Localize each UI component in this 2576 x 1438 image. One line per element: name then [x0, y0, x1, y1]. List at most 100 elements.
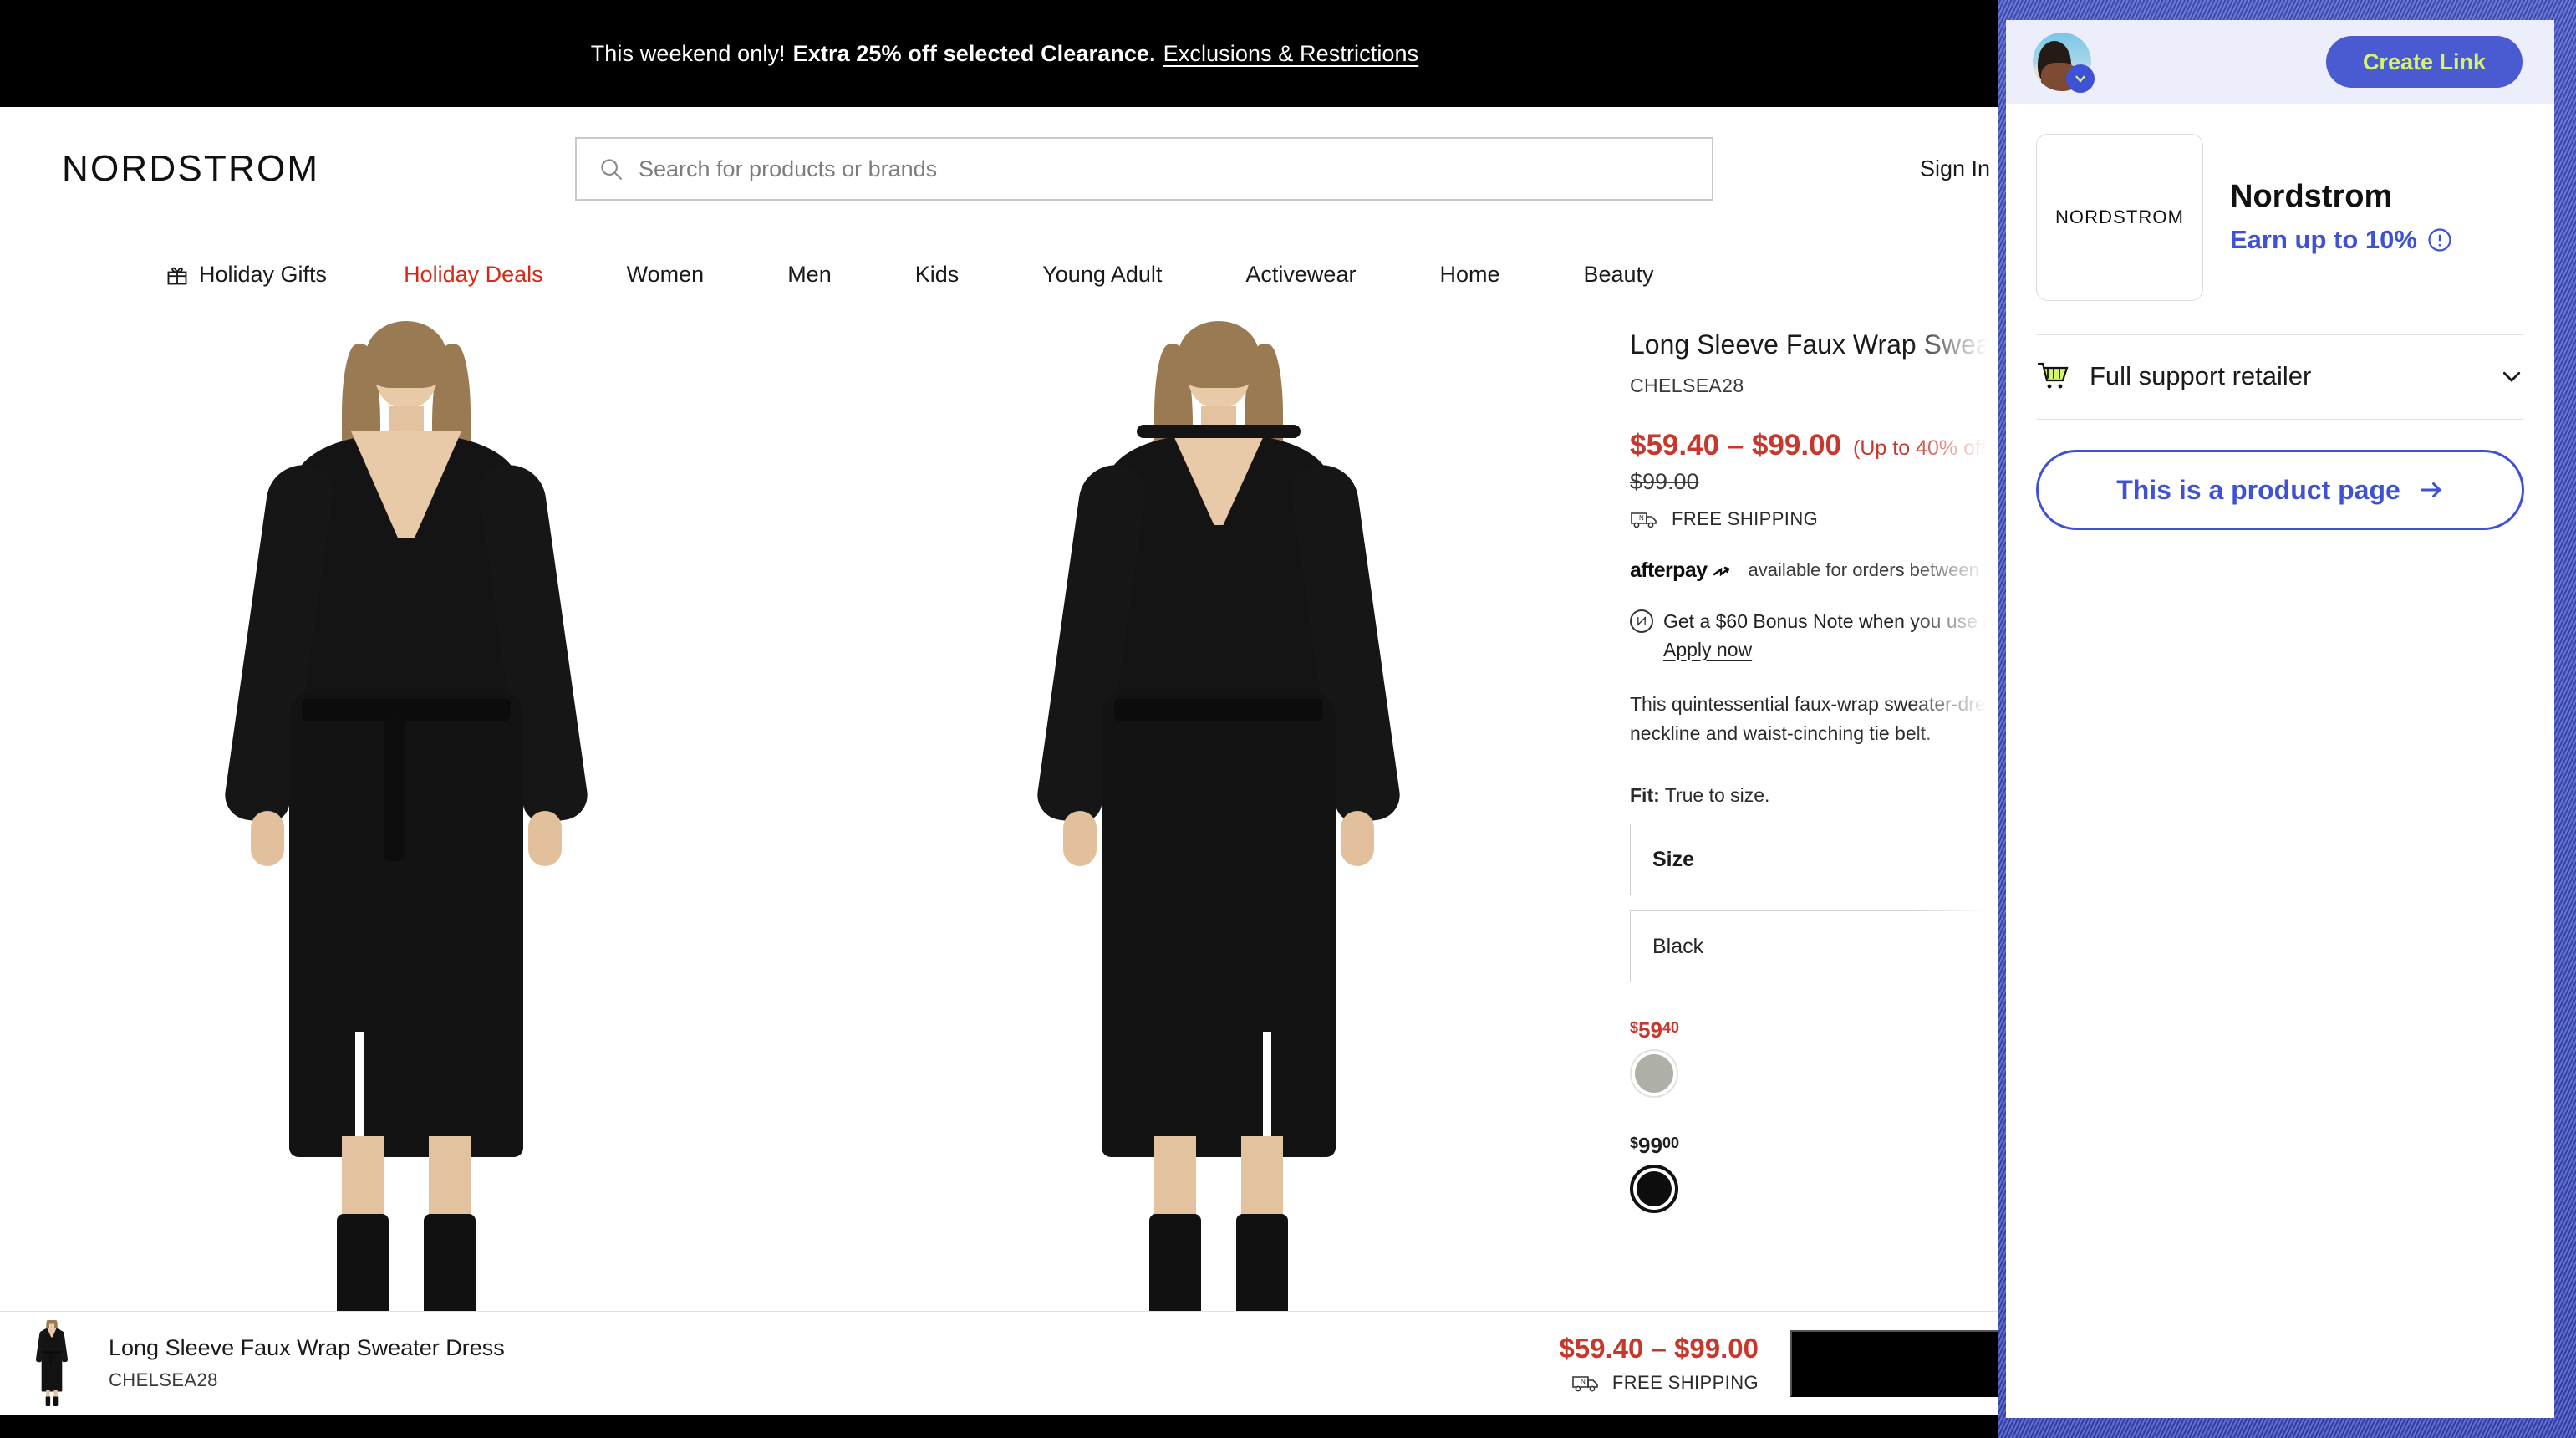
retailer-logo: NORDSTROM — [2036, 134, 2203, 301]
search-icon — [598, 156, 624, 181]
afterpay-row: afterpay available for orders between $1… — [1630, 558, 2009, 583]
afterpay-mark-icon — [1711, 562, 1736, 579]
bonus-note-row: Get a $60 Bonus Note when you use a ne A… — [1630, 608, 2009, 661]
main-navigation: Holiday Gifts Holiday Deals Women Men Ki… — [0, 231, 2009, 319]
product-image-back[interactable] — [812, 319, 1625, 1311]
product-brand[interactable]: CHELSEA28 — [1630, 375, 2009, 397]
nav-item-beauty[interactable]: Beauty — [1583, 262, 1653, 288]
nav-item-young-adult[interactable]: Young Adult — [1042, 262, 1162, 288]
nav-item-home[interactable]: Home — [1439, 262, 1499, 288]
extension-header: Create Link — [2006, 20, 2554, 104]
nav-item-kids[interactable]: Kids — [915, 262, 960, 288]
earn-rate-row[interactable]: Earn up to 10% — [2230, 225, 2452, 255]
description-line-1: This quintessential faux-wrap sweater-dr… — [1630, 693, 2009, 716]
this-is-a-product-page-button[interactable]: This is a product page — [2036, 450, 2524, 530]
product-info-panel: Long Sleeve Faux Wrap Sweater Dress CHEL… — [1630, 319, 2009, 1311]
nav-item-women[interactable]: Women — [627, 262, 705, 288]
sticky-product-title: Long Sleeve Faux Wrap Sweater Dress — [109, 1335, 505, 1360]
product-page-button-label: This is a product page — [2116, 474, 2400, 505]
apply-now-link[interactable]: Apply now — [1663, 639, 2009, 661]
nav-label: Holiday Deals — [404, 262, 543, 287]
extension-body: NORDSTROM Nordstrom Earn up to 10% Full … — [2006, 104, 2554, 530]
description-line-2: neckline and waist-cinching tie belt. — [1630, 722, 1932, 744]
user-avatar-menu[interactable] — [2033, 33, 2095, 93]
currency-symbol: $ — [1630, 1135, 1639, 1152]
site-header: NORDSTROM Sign In — [0, 107, 2011, 231]
truck-icon: N — [1571, 1373, 1603, 1393]
nav-label: Beauty — [1583, 262, 1654, 287]
price-whole: 59 — [1638, 1017, 1662, 1043]
bonus-note-text: Get a $60 Bonus Note when you use a ne — [1663, 609, 2009, 632]
nav-item-activewear[interactable]: Activewear — [1245, 262, 1356, 288]
swatch-color-dot — [1637, 1171, 1672, 1207]
nav-item-men[interactable]: Men — [787, 262, 832, 288]
search-input[interactable] — [639, 156, 1690, 182]
nav-item-holiday-gifts[interactable]: Holiday Gifts — [165, 262, 327, 288]
swatch-black-group: $ 99 00 — [1630, 1135, 2009, 1214]
gift-icon — [165, 263, 189, 287]
nav-label: Women — [626, 262, 705, 287]
sticky-shipping-row: N FREE SHIPPING — [1559, 1372, 1759, 1394]
nav-item-holiday-deals[interactable]: Holiday Deals — [404, 262, 543, 288]
product-image-front[interactable] — [0, 319, 812, 1311]
sticky-thumbnail[interactable] — [33, 1319, 70, 1407]
sign-in-label: Sign In — [1920, 156, 1991, 181]
price-row: $59.40 – $99.00 (Up to 40% off) — [1630, 429, 2009, 462]
color-swatch-grey[interactable] — [1630, 1049, 1678, 1099]
afterpay-logo: afterpay — [1630, 558, 1736, 583]
promo-exclusions-link[interactable]: Exclusions & Restrictions — [1163, 41, 1419, 67]
size-selector[interactable]: Size — [1630, 824, 2009, 896]
avatar-chevron-badge[interactable] — [2066, 64, 2095, 93]
create-link-button[interactable]: Create Link — [2325, 36, 2523, 88]
afterpay-text: available for orders between $1 - $ — [1748, 559, 2009, 581]
page-bottom-strip — [0, 1415, 2009, 1438]
color-swatch-black[interactable] — [1630, 1165, 1678, 1214]
promo-offer-text: Extra 25% off selected Clearance. — [792, 40, 1156, 66]
swatch-grey-price: $ 59 40 — [1630, 1019, 2009, 1041]
price-cents: 00 — [1662, 1135, 1679, 1152]
promo-lead-text: This weekend only! — [590, 40, 786, 66]
shipping-label: FREE SHIPPING — [1672, 507, 1819, 529]
nordstrom-logo[interactable]: NORDSTROM — [62, 148, 319, 190]
full-support-retailer-row[interactable]: Full support retailer — [2036, 335, 2524, 419]
product-title: Long Sleeve Faux Wrap Sweater Dress — [1630, 329, 2009, 360]
nav-label: Holiday Gifts — [199, 262, 328, 287]
chevron-down-icon — [2073, 71, 2088, 86]
shopping-cart-icon — [2036, 360, 2071, 392]
retailer-card: NORDSTROM Nordstrom Earn up to 10% — [2036, 104, 2524, 334]
swatch-black-price: $ 99 00 — [1630, 1135, 2009, 1156]
nav-label: Young Adult — [1042, 262, 1163, 287]
product-price: $59.40 – $99.00 — [1630, 428, 1842, 461]
retailer-logo-text: NORDSTROM — [2054, 207, 2185, 227]
add-to-bag-button[interactable] — [1790, 1329, 2009, 1397]
swatch-grey-group: $ 59 40 — [1630, 1019, 2009, 1099]
original-price: $99.00 — [1630, 468, 1699, 494]
sticky-shipping-label: FREE SHIPPING — [1611, 1372, 1759, 1393]
app-root: This weekend only! Extra 25% off selecte… — [0, 0, 2576, 1438]
fit-value: True to size. — [1664, 784, 1770, 807]
nav-label: Men — [787, 262, 832, 287]
info-icon[interactable] — [2427, 227, 2452, 252]
nav-label: Home — [1439, 262, 1500, 287]
svg-text:N: N — [1581, 1378, 1586, 1385]
earn-rate-label: Earn up to 10% — [2230, 224, 2417, 254]
extension-panel: Create Link NORDSTROM Nordstrom Earn up … — [2006, 20, 2554, 1418]
arrow-right-icon — [2419, 477, 2444, 502]
size-label: Size — [1652, 847, 1695, 871]
product-description: This quintessential faux-wrap sweater-dr… — [1630, 690, 2009, 747]
full-support-retailer-label: Full support retailer — [2090, 361, 2312, 390]
search-bar[interactable] — [575, 137, 1713, 201]
swatch-color-dot — [1635, 1054, 1673, 1094]
discount-note: (Up to 40% off) — [1853, 436, 1993, 460]
fit-label: Fit: — [1630, 784, 1660, 807]
color-value: Black — [1652, 934, 1704, 958]
fit-row: Fit: True to size. — [1630, 784, 2009, 807]
price-cents: 40 — [1662, 1019, 1679, 1037]
chevron-down-icon[interactable] — [2499, 364, 2524, 389]
color-selector[interactable]: Black — [1630, 910, 2009, 983]
truck-icon: N — [1630, 509, 1662, 529]
divider — [2036, 419, 2524, 420]
svg-text:N: N — [1639, 514, 1644, 522]
promo-banner: This weekend only! Extra 25% off selecte… — [0, 0, 2009, 107]
price-whole: 99 — [1638, 1133, 1662, 1159]
